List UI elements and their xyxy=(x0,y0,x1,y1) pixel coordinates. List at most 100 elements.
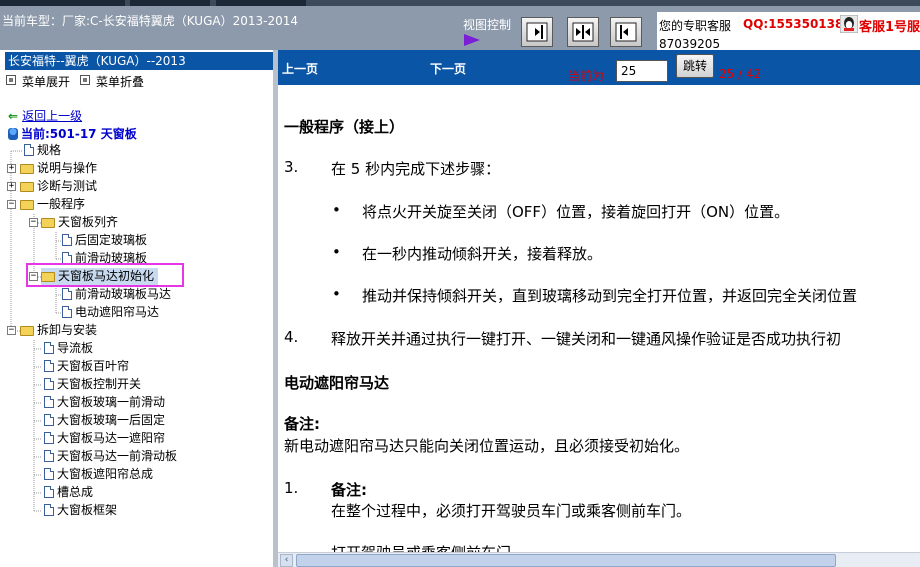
car-model-label: 当前车型：厂家:C-长安福特翼虎（KUGA）2013-2014 xyxy=(2,14,298,28)
step-text: 在整个过程中，必须打开驾驶员车门或乘客侧前车门。 xyxy=(331,502,692,520)
view-split-button[interactable] xyxy=(567,17,599,47)
tree-item[interactable]: 天窗板百叶帘 xyxy=(44,358,129,375)
tree-item-label: 大窗板框架 xyxy=(57,503,118,517)
document-icon xyxy=(44,468,54,480)
tree-item-label: 大窗板遮阳帘总成 xyxy=(57,467,154,481)
collapse-toggle-icon[interactable]: − xyxy=(29,218,38,227)
step-text-partial: 打开驾驶员或乘客侧前车门 xyxy=(331,542,511,552)
folder-icon xyxy=(20,182,34,192)
document-icon xyxy=(62,234,72,246)
selection-highlight-box xyxy=(26,263,184,287)
bullet-icon: • xyxy=(332,285,341,303)
horizontal-scrollbar[interactable]: ‹ xyxy=(278,552,920,567)
bullet-icon: • xyxy=(332,201,341,219)
tree-item-label: 天窗板列齐 xyxy=(58,215,119,229)
folder-open-icon xyxy=(20,200,34,210)
tree-item[interactable]: 槽总成 xyxy=(44,484,93,501)
tree-item-label: 说明与操作 xyxy=(37,161,98,175)
document-icon xyxy=(62,288,72,300)
folder-open-icon xyxy=(41,218,55,228)
service-label: 您的专职客服 xyxy=(659,19,732,33)
tree-item[interactable]: 大窗板框架 xyxy=(44,502,117,519)
tree-item[interactable]: 大窗板玻璃一后固定 xyxy=(44,412,165,429)
expand-left-icon xyxy=(615,22,637,42)
left-tree-panel: 长安福特--翼虎（KUGA）--2013 菜单展开 菜单折叠 ⇐ 返回上一级 当前… xyxy=(0,50,274,567)
tree-item[interactable]: 拆卸与安装 xyxy=(20,322,97,339)
tree-item[interactable]: 导流板 xyxy=(44,340,93,357)
service-qq-link[interactable]: QQ:1553501388 xyxy=(743,17,852,31)
document-icon xyxy=(44,396,54,408)
jump-button[interactable]: 跳转 xyxy=(676,54,714,78)
service-phone-fragment: 87039205 xyxy=(659,37,721,51)
current-page-label: 当前为 xyxy=(568,69,605,83)
step-number: 4. xyxy=(284,328,299,346)
prev-page-link[interactable]: 上一页 xyxy=(282,60,318,77)
step-number: 1. xyxy=(284,479,299,497)
next-page-link[interactable]: 下一页 xyxy=(430,60,466,77)
view-control-arrow-icon[interactable] xyxy=(464,34,480,46)
service-agent-link[interactable]: 客服1号服 xyxy=(859,16,920,35)
expand-right-icon xyxy=(526,22,548,42)
step-text: 释放开关并通过执行一键打开、一键关闭和一键通风操作验证是否成功执行初 xyxy=(331,330,842,348)
document-icon xyxy=(44,360,54,372)
step-note-label: 备注: xyxy=(331,481,367,499)
document-icon xyxy=(44,450,54,462)
tree-item[interactable]: 规格 xyxy=(24,142,61,159)
qq-penguin-icon[interactable] xyxy=(840,15,858,33)
tree-item-label: 天窗板马达一前滑动板 xyxy=(57,449,178,463)
tree-item-label: 天窗板控制开关 xyxy=(57,377,142,391)
bullet-text: 推动并保持倾斜开关，直到玻璃移动到完全打开位置，并返回完全关闭位置 xyxy=(362,287,858,305)
expand-toggle-icon[interactable]: + xyxy=(7,182,16,191)
tree-item-label: 天窗板百叶帘 xyxy=(57,359,130,373)
header-bar: 当前车型：厂家:C-长安福特翼虎（KUGA）2013-2014 视图控制 您的专… xyxy=(0,6,920,56)
document-icon xyxy=(44,486,54,498)
view-expand-left-button[interactable] xyxy=(610,17,642,47)
tree-item-label: 大窗板玻璃一后固定 xyxy=(57,413,166,427)
tree-item[interactable]: 天窗板控制开关 xyxy=(44,376,141,393)
page-number-input[interactable] xyxy=(616,60,668,82)
bullet-text: 在一秒内推动倾斜开关，接着释放。 xyxy=(362,245,603,263)
document-content: 一般程序（接上） 3. 在 5 秒内完成下述步骤： • 将点火开关旋至关闭（OF… xyxy=(278,85,920,552)
tree-item-label: 导流板 xyxy=(57,341,94,355)
document-icon xyxy=(44,504,54,516)
step-text: 在 5 秒内完成下述步骤： xyxy=(331,160,501,178)
expand-toggle-icon[interactable]: + xyxy=(7,164,16,173)
scroll-left-icon[interactable]: ‹ xyxy=(280,554,293,567)
tree-item[interactable]: 天窗板列齐 xyxy=(41,214,118,231)
document-icon xyxy=(44,342,54,354)
tree-item[interactable]: 大窗板马达一遮阳帘 xyxy=(44,430,165,447)
tree-item[interactable]: 电动遮阳帘马达 xyxy=(62,304,159,321)
tree-item-label: 拆卸与安装 xyxy=(37,323,98,337)
tree-item[interactable]: 诊断与测试 xyxy=(20,178,97,195)
document-icon xyxy=(44,432,54,444)
section-heading: 电动遮阳帘马达 xyxy=(284,374,390,392)
tree-item[interactable]: 后固定玻璃板 xyxy=(62,232,147,249)
tree-item[interactable]: 大窗板遮阳帘总成 xyxy=(44,466,153,483)
scrollbar-thumb[interactable] xyxy=(296,554,836,567)
page-nav-bar: 上一页 下一页 当前为 跳转 25 / 42 xyxy=(278,50,920,85)
view-expand-right-button[interactable] xyxy=(521,17,553,47)
tree-item-label: 一般程序 xyxy=(37,197,86,211)
tree-item[interactable]: 一般程序 xyxy=(20,196,85,213)
tree-item[interactable]: 说明与操作 xyxy=(20,160,97,177)
view-control-label: 视图控制 xyxy=(463,18,512,32)
tree-item[interactable]: 大窗板玻璃一前滑动 xyxy=(44,394,165,411)
split-view-icon xyxy=(572,22,594,42)
collapse-toggle-icon[interactable]: − xyxy=(7,326,16,335)
collapse-toggle-icon[interactable]: − xyxy=(7,200,16,209)
note-text: 新电动遮阳帘马达只能向关闭位置运动，且必须接受初始化。 xyxy=(284,437,690,455)
document-icon xyxy=(44,414,54,426)
bullet-text: 将点火开关旋至关闭（OFF）位置，接着旋回打开（ON）位置。 xyxy=(362,203,790,221)
tree-item-label: 大窗板玻璃一前滑动 xyxy=(57,395,166,409)
tree-item[interactable]: 天窗板马达一前滑动板 xyxy=(44,448,177,465)
tree-item-label: 槽总成 xyxy=(57,485,94,499)
tree-item-label: 大窗板马达一遮阳帘 xyxy=(57,431,166,445)
tree-item-label: 电动遮阳帘马达 xyxy=(75,305,160,319)
note-label: 备注: xyxy=(284,415,320,433)
tree-item-label: 诊断与测试 xyxy=(37,179,98,193)
folder-icon xyxy=(20,164,34,174)
content-heading: 一般程序（接上） xyxy=(284,118,405,136)
tree-item[interactable]: 前滑动玻璃板马达 xyxy=(62,286,171,303)
page-count: 25 / 42 xyxy=(719,67,762,81)
folder-open-icon xyxy=(20,326,34,336)
